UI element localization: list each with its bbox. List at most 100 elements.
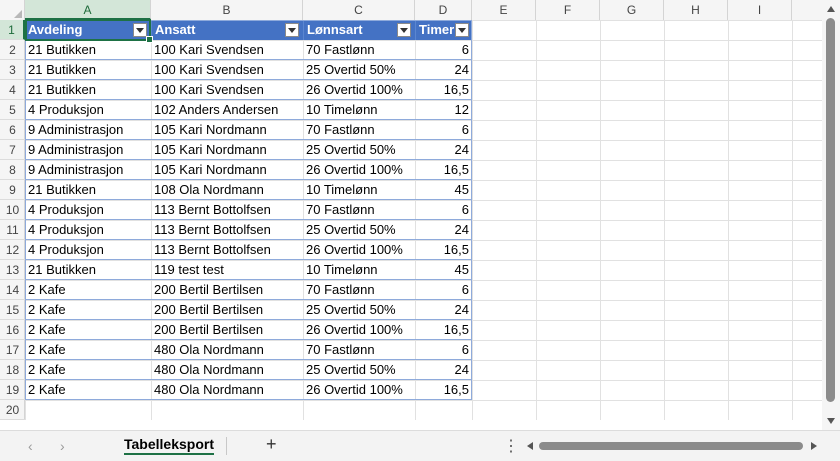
scroll-down-icon[interactable]: [827, 418, 835, 424]
filter-dropdown-timer[interactable]: [455, 23, 469, 37]
row-header[interactable]: 1: [0, 20, 25, 40]
row-header[interactable]: 8: [0, 160, 25, 180]
vertical-scroll-thumb[interactable]: [826, 18, 835, 402]
cell-ansatt[interactable]: 102 Anders Andersen: [151, 100, 303, 120]
column-header-b[interactable]: B: [151, 0, 303, 20]
cell-avdeling[interactable]: 9 Administrasjon: [25, 140, 151, 160]
cell-lonnsart[interactable]: 26 Overtid 100%: [303, 320, 415, 340]
cell-avdeling[interactable]: 2 Kafe: [25, 280, 151, 300]
cell-lonnsart[interactable]: 10 Timelønn: [303, 100, 415, 120]
cell-timer[interactable]: 6: [415, 40, 472, 60]
plus-icon[interactable]: +: [266, 434, 277, 455]
cell-lonnsart[interactable]: 25 Overtid 50%: [303, 140, 415, 160]
column-header-g[interactable]: G: [600, 0, 664, 20]
cell-lonnsart[interactable]: 70 Fastlønn: [303, 120, 415, 140]
cell-ansatt[interactable]: 108 Ola Nordmann: [151, 180, 303, 200]
cell-avdeling[interactable]: 2 Kafe: [25, 340, 151, 360]
cell-ansatt[interactable]: 105 Kari Nordmann: [151, 160, 303, 180]
cell-timer[interactable]: 12: [415, 100, 472, 120]
chevron-left-icon[interactable]: ‹: [28, 438, 33, 454]
cell-avdeling[interactable]: 9 Administrasjon: [25, 160, 151, 180]
chevron-right-icon[interactable]: ›: [60, 438, 65, 454]
cell-timer[interactable]: 24: [415, 300, 472, 320]
cell-avdeling[interactable]: 2 Kafe: [25, 300, 151, 320]
cell-ansatt[interactable]: 200 Bertil Bertilsen: [151, 300, 303, 320]
cell-timer[interactable]: 6: [415, 280, 472, 300]
column-header-f[interactable]: F: [536, 0, 600, 20]
vertical-ellipsis-icon[interactable]: ⋮: [503, 436, 519, 456]
cell-timer[interactable]: 16,5: [415, 240, 472, 260]
cell-timer[interactable]: 6: [415, 200, 472, 220]
row-header[interactable]: 6: [0, 120, 25, 140]
cell-avdeling[interactable]: 2 Kafe: [25, 320, 151, 340]
horizontal-scroll-thumb[interactable]: [539, 442, 803, 450]
cell-ansatt[interactable]: 100 Kari Svendsen: [151, 80, 303, 100]
cell-avdeling[interactable]: 4 Produksjon: [25, 220, 151, 240]
row-header[interactable]: 17: [0, 340, 25, 360]
row-header[interactable]: 4: [0, 80, 25, 100]
cell-ansatt[interactable]: 119 test test: [151, 260, 303, 280]
row-header[interactable]: 18: [0, 360, 25, 380]
cell-timer[interactable]: 6: [415, 340, 472, 360]
cell-avdeling[interactable]: 21 Butikken: [25, 60, 151, 80]
cell-avdeling[interactable]: 21 Butikken: [25, 80, 151, 100]
cell-avdeling[interactable]: 4 Produksjon: [25, 200, 151, 220]
cell-avdeling[interactable]: 4 Produksjon: [25, 240, 151, 260]
vertical-scrollbar[interactable]: [822, 0, 840, 430]
cell-avdeling[interactable]: 4 Produksjon: [25, 100, 151, 120]
cell-ansatt[interactable]: 480 Ola Nordmann: [151, 340, 303, 360]
cell-timer[interactable]: 16,5: [415, 380, 472, 400]
cell-ansatt[interactable]: 200 Bertil Bertilsen: [151, 280, 303, 300]
row-header[interactable]: 12: [0, 240, 25, 260]
cell-avdeling[interactable]: 2 Kafe: [25, 360, 151, 380]
cell-lonnsart[interactable]: 26 Overtid 100%: [303, 160, 415, 180]
row-header[interactable]: 9: [0, 180, 25, 200]
cell-timer[interactable]: 16,5: [415, 160, 472, 180]
column-header-e[interactable]: E: [472, 0, 536, 20]
cell-ansatt[interactable]: 480 Ola Nordmann: [151, 380, 303, 400]
row-header[interactable]: 11: [0, 220, 25, 240]
row-header[interactable]: 13: [0, 260, 25, 280]
cell-lonnsart[interactable]: 25 Overtid 50%: [303, 220, 415, 240]
row-header[interactable]: 19: [0, 380, 25, 400]
cell-timer[interactable]: 24: [415, 140, 472, 160]
cell-avdeling[interactable]: 21 Butikken: [25, 260, 151, 280]
sheet-tab-tabelleksport[interactable]: Tabelleksport: [115, 431, 223, 459]
cell-ansatt[interactable]: 105 Kari Nordmann: [151, 120, 303, 140]
cell-lonnsart[interactable]: 70 Fastlønn: [303, 200, 415, 220]
spreadsheet-grid[interactable]: A B C D E F G H I 1 2 3 4 5 6 7 8 9 10 11 12 13 14 15 1…: [0, 0, 822, 420]
cell-ansatt[interactable]: 113 Bernt Bottolfsen: [151, 200, 303, 220]
row-header[interactable]: 16: [0, 320, 25, 340]
scroll-left-icon[interactable]: [527, 442, 533, 450]
cell-avdeling[interactable]: 9 Administrasjon: [25, 120, 151, 140]
column-header-h[interactable]: H: [664, 0, 728, 20]
column-header-i[interactable]: I: [728, 0, 792, 20]
cell-timer[interactable]: 24: [415, 220, 472, 240]
cell-lonnsart[interactable]: 26 Overtid 100%: [303, 380, 415, 400]
cell-lonnsart[interactable]: 70 Fastlønn: [303, 340, 415, 360]
filter-dropdown-ansatt[interactable]: [285, 23, 299, 37]
cell-lonnsart[interactable]: 70 Fastlønn: [303, 280, 415, 300]
scroll-right-icon[interactable]: [811, 442, 817, 450]
cell-timer[interactable]: 45: [415, 180, 472, 200]
cell-lonnsart[interactable]: 26 Overtid 100%: [303, 80, 415, 100]
active-cell-selection[interactable]: [25, 19, 153, 43]
filter-dropdown-lonnsart[interactable]: [397, 23, 411, 37]
row-header[interactable]: 5: [0, 100, 25, 120]
select-all-corner[interactable]: [0, 0, 25, 20]
cell-ansatt[interactable]: 105 Kari Nordmann: [151, 140, 303, 160]
cell-timer[interactable]: 16,5: [415, 80, 472, 100]
horizontal-scrollbar[interactable]: [525, 439, 817, 453]
row-header[interactable]: 14: [0, 280, 25, 300]
row-header[interactable]: 20: [0, 400, 25, 420]
row-header[interactable]: 3: [0, 60, 25, 80]
column-header-d[interactable]: D: [415, 0, 472, 20]
row-header[interactable]: 15: [0, 300, 25, 320]
cell-avdeling[interactable]: 21 Butikken: [25, 180, 151, 200]
cell-timer[interactable]: 24: [415, 60, 472, 80]
scroll-up-icon[interactable]: [827, 6, 835, 12]
cell-lonnsart[interactable]: 70 Fastlønn: [303, 40, 415, 60]
row-header[interactable]: 2: [0, 40, 25, 60]
column-header-a[interactable]: A: [25, 0, 151, 20]
cell-ansatt[interactable]: 480 Ola Nordmann: [151, 360, 303, 380]
